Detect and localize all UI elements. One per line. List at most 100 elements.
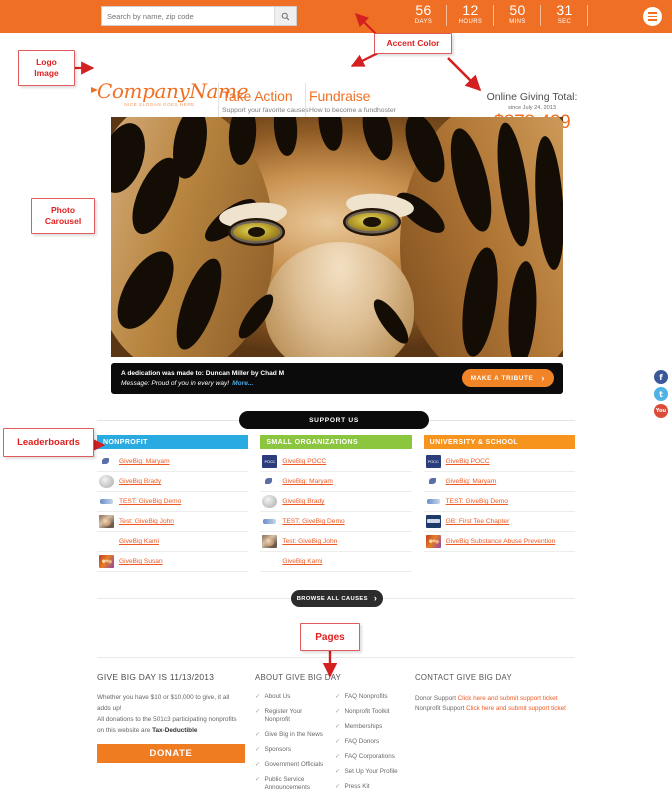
list-item[interactable]: ✓ Press Kit <box>335 783 407 791</box>
list-item-label[interactable]: Nonprofit Toolkit <box>344 708 389 716</box>
list-item-label[interactable]: GiveBig Susan <box>119 557 163 566</box>
make-a-tribute-button[interactable]: MAKE A TRIBUTE › <box>461 369 554 387</box>
list-item[interactable]: GiveBig Susan <box>97 552 249 572</box>
list-item-label[interactable]: FAQ Corporations <box>344 753 394 761</box>
list-item-label[interactable]: Set Up Your Profile <box>344 768 397 776</box>
countdown-sec: 31 SEC <box>541 3 588 26</box>
facebook-icon[interactable]: f <box>654 370 668 384</box>
countdown-sec-value: 31 <box>556 2 573 18</box>
list-item-label[interactable]: GiveBig POCC <box>282 457 326 466</box>
list-item[interactable]: ✓ Public Service Announcements <box>255 776 327 792</box>
check-icon: ✓ <box>255 776 261 783</box>
list-item[interactable]: GiveBig POCC <box>423 452 575 472</box>
list-item-label[interactable]: Sponsors <box>264 746 291 754</box>
leaderboard-nonprofit: NONPROFIT GiveBig: Maryam GiveBig Brady … <box>97 435 249 572</box>
list-item[interactable]: GiveBig: Maryam <box>97 452 249 472</box>
dedication-more-link[interactable]: More... <box>232 380 253 387</box>
list-item[interactable]: TEST: GiveBig Demo <box>260 512 412 532</box>
list-item-label[interactable]: Government Officials <box>264 761 323 769</box>
list-item-label[interactable]: Give Big in the News <box>264 731 322 739</box>
hamburger-menu-icon[interactable] <box>643 7 662 26</box>
about-links-left: ✓ About Us ✓ Register Your Nonprofit ✓ G… <box>255 693 327 794</box>
annotation-logo-image-line2: Image <box>34 68 59 78</box>
list-item-label[interactable]: GB: First Tee Chapter <box>446 517 510 526</box>
list-item[interactable]: ✓ Memberships <box>335 723 407 731</box>
list-item[interactable]: ✓ Register Your Nonprofit <box>255 708 327 724</box>
youtube-icon[interactable]: You <box>654 404 668 418</box>
list-item[interactable]: ✓ Set Up Your Profile <box>335 768 407 776</box>
give-big-day-title: GIVE BIG DAY IS 11/13/2013 <box>97 672 215 682</box>
list-item[interactable]: TEST: GiveBig Demo <box>423 492 575 512</box>
list-item-label[interactable]: GiveBig: Maryam <box>446 477 497 486</box>
list-item[interactable]: GiveBig Kami <box>260 552 412 572</box>
list-item-label[interactable]: GiveBig Brady <box>119 477 161 486</box>
list-item[interactable]: GiveBig Brady <box>97 472 249 492</box>
list-item[interactable]: GB: First Tee Chapter <box>423 512 575 532</box>
list-item[interactable]: ✓ About Us <box>255 693 327 701</box>
search-button[interactable] <box>274 7 296 25</box>
list-item-label[interactable]: TEST: GiveBig Demo <box>282 517 344 526</box>
list-item-label[interactable]: GiveBig: Maryam <box>119 457 170 466</box>
list-item-label[interactable]: Public Service Announcements <box>264 776 327 792</box>
twitter-icon[interactable]: t <box>654 387 668 401</box>
list-item[interactable]: GiveBig: Maryam <box>260 472 412 492</box>
check-icon: ✓ <box>255 761 261 768</box>
list-item-label[interactable]: GiveBig POCC <box>446 457 490 466</box>
annotation-accent-color: Accent Color <box>374 33 452 54</box>
list-item[interactable]: ✓ Give Big in the News <box>255 731 327 739</box>
list-item-label[interactable]: Memberships <box>344 723 382 731</box>
list-item-label[interactable]: Press Kit <box>344 783 369 791</box>
list-item-label[interactable]: Test: GiveBig John <box>282 537 337 546</box>
list-item[interactable]: GiveBig Substance Abuse Prevention <box>423 532 575 552</box>
list-item-label[interactable]: GiveBig Brady <box>282 497 324 506</box>
list-item[interactable]: ✓ FAQ Corporations <box>335 753 407 761</box>
list-item[interactable]: ✓ Government Officials <box>255 761 327 769</box>
browse-all-causes-button[interactable]: BROWSE ALL CAUSES › <box>291 590 383 607</box>
avatar <box>262 535 278 548</box>
list-item[interactable]: TEST: GiveBig Demo <box>97 492 249 512</box>
bird-icon <box>91 87 98 93</box>
leaderboard-small-organizations: SMALL ORGANIZATIONS GiveBig POCC GiveBig… <box>260 435 412 572</box>
check-icon: ✓ <box>255 746 261 753</box>
list-item-label[interactable]: Register Your Nonprofit <box>264 708 327 724</box>
nav-item-fundraise[interactable]: Fundraise How to become a fundhoster <box>309 88 396 114</box>
list-item-label[interactable]: FAQ Nonprofits <box>344 693 387 701</box>
logo-name: CompanyName <box>97 79 249 103</box>
nav-item-take-action[interactable]: Take Action Support your favorite causes <box>222 88 309 114</box>
countdown-days-label: DAYS <box>414 19 433 25</box>
list-item-label[interactable]: GiveBig Kami <box>119 537 159 546</box>
give-big-day-body: Whether you have $10 or $10,000 to give,… <box>97 692 243 736</box>
list-item-label[interactable]: GiveBig Substance Abuse Prevention <box>446 537 556 546</box>
list-item[interactable]: ✓ Nonprofit Toolkit <box>335 708 407 716</box>
donor-support-link[interactable]: Click here and submit support ticket <box>458 695 558 702</box>
donate-button[interactable]: DONATE <box>97 744 245 763</box>
leaderboard-small-orgs-list: GiveBig POCC GiveBig: Maryam GiveBig Bra… <box>260 452 412 572</box>
list-item[interactable]: ✓ Sponsors <box>255 746 327 754</box>
list-item[interactable]: GiveBig POCC <box>260 452 412 472</box>
photo-carousel[interactable] <box>111 117 563 357</box>
list-item[interactable]: GiveBig Kami <box>97 532 249 552</box>
list-item-label[interactable]: TEST: GiveBig Demo <box>119 497 181 506</box>
list-item[interactable]: Test: GiveBig John <box>260 532 412 552</box>
list-item[interactable]: ✓ FAQ Donors <box>335 738 407 746</box>
list-item[interactable]: GiveBig Brady <box>260 492 412 512</box>
search-box[interactable] <box>101 6 297 26</box>
leaderboard-nonprofit-heading: NONPROFIT <box>97 435 249 449</box>
list-item-label[interactable]: TEST: GiveBig Demo <box>446 497 508 506</box>
countdown-timer: 56 DAYS 12 HOURS 50 MINS 31 SEC <box>400 3 588 31</box>
browse-all-causes-section: BROWSE ALL CAUSES › <box>97 590 575 607</box>
check-icon: ✓ <box>255 693 261 700</box>
support-us-divider: SUPPORT US <box>97 411 575 429</box>
search-input[interactable] <box>102 7 274 25</box>
logo[interactable]: CompanyName NICE SLOGAN GOES HERE <box>91 79 249 107</box>
list-item-label[interactable]: About Us <box>264 693 290 701</box>
nonprofit-support-link[interactable]: Click here and submit support ticket <box>466 705 566 712</box>
list-item-label[interactable]: GiveBig: Maryam <box>282 477 333 486</box>
list-item[interactable]: Test: GiveBig John <box>97 512 249 532</box>
list-item-label[interactable]: GiveBig Kami <box>282 557 322 566</box>
list-item-label[interactable]: FAQ Donors <box>344 738 379 746</box>
list-item[interactable]: GiveBig: Maryam <box>423 472 575 492</box>
list-item[interactable]: ✓ FAQ Nonprofits <box>335 693 407 701</box>
giving-title: Online Giving Total: <box>486 91 578 103</box>
list-item-label[interactable]: Test: GiveBig John <box>119 517 174 526</box>
